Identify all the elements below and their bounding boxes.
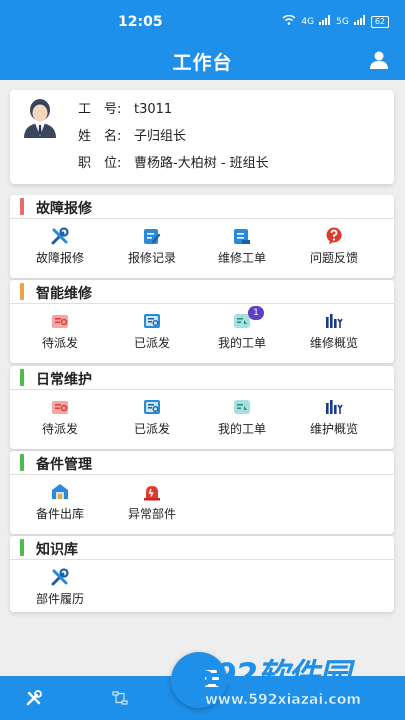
item-label: 已派发 [133,336,170,350]
pending-dispatch-button[interactable]: 待派发 [20,390,100,449]
feedback-button[interactable]: 问题反馈 [294,219,374,278]
section-daily-maintenance: 日常维护 待派发 已派发 我的工单 维护概览 [10,366,394,449]
record-edit-icon [143,227,161,245]
section-header: 知识库 [10,536,394,560]
page-title: 工作台 [172,52,233,74]
name-row: 姓 名: 子归组长 [78,125,186,144]
item-label: 故障报修 [35,251,84,265]
dispatched-icon [143,398,161,416]
my-orders-button[interactable]: 1 我的工单 [202,304,282,363]
name-label: 姓 名: [78,129,122,144]
position-value: 曹杨路-大柏树 - 班组长 [134,156,269,171]
dispatched-button[interactable]: 已派发 [112,304,192,363]
avatar [22,98,58,138]
alarm-icon [143,483,161,501]
position-label: 职 位: [78,156,122,171]
app-header: 工作台 [0,40,405,80]
status-icons: 4G 5G 62 [282,14,389,28]
notification-badge: 1 [248,306,264,320]
tools-icon[interactable] [26,690,42,706]
dispatched-icon [143,312,161,330]
user-icon[interactable] [369,51,389,69]
section-accent-bar [20,283,24,300]
section-knowledge-base: 知识库 部件履历 [10,536,394,612]
maintenance-overview-button[interactable]: 维护概览 [294,390,374,449]
section-header: 故障报修 [10,195,394,219]
bar-chart-icon [325,312,343,330]
watermark-url: www.592xiazai.com [205,692,361,709]
item-label: 维护概览 [309,422,358,436]
item-label: 报修记录 [127,251,176,265]
parts-outbound-button[interactable]: 备件出库 [20,475,100,534]
item-label: 已派发 [133,422,170,436]
workflow-icon[interactable] [112,690,128,706]
signal-icon [319,15,331,28]
status-bar: 12:05 4G 5G 62 [0,0,405,40]
bar-chart-icon [325,398,343,416]
wifi-icon [282,14,296,28]
repair-overview-button[interactable]: 维修概览 [294,304,374,363]
section-fault-repair: 故障报修 故障报修 报修记录 维修工单 问题反馈 [10,195,394,278]
section-title: 智能维修 [36,286,92,302]
section-accent-bar [20,454,24,471]
dispatched-button[interactable]: 已派发 [112,390,192,449]
abnormal-parts-button[interactable]: 异常部件 [112,475,192,534]
wrench-cross-icon [51,568,69,586]
my-orders-button[interactable]: 我的工单 [202,390,282,449]
watermark-logo: 592软件园 www.592xiazai.com [189,646,399,716]
repair-records-button[interactable]: 报修记录 [112,219,192,278]
item-label: 维修概览 [309,336,358,350]
item-label: 我的工单 [217,422,266,436]
profile-card: 工 号: t3011 姓 名: 子归组长 职 位: 曹杨路-大柏树 - 班组长 [10,90,394,184]
pending-dispatch-icon [51,398,69,416]
signal-icon [353,15,366,28]
section-title: 知识库 [36,542,78,558]
my-order-icon [233,398,251,416]
section-header: 日常维护 [10,366,394,390]
section-accent-bar [20,369,24,386]
item-label: 异常部件 [127,507,176,521]
item-label: 我的工单 [217,336,266,350]
section-title: 备件管理 [36,457,92,473]
item-label: 待派发 [41,422,78,436]
position-row: 职 位: 曹杨路-大柏树 - 班组长 [78,152,269,171]
item-label: 部件履历 [35,592,84,606]
section-header: 备件管理 [10,451,394,475]
section-accent-bar [20,539,24,556]
employee-id-row: 工 号: t3011 [78,98,172,117]
watermark-brand: 592软件园 [193,656,351,694]
name-value: 子归组长 [134,129,187,144]
item-label: 维修工单 [217,251,266,265]
employee-id-label: 工 号: [78,102,122,117]
section-title: 日常维护 [36,372,92,388]
pending-dispatch-icon [51,312,69,330]
section-header: 智能维修 [10,280,394,304]
item-label: 备件出库 [35,507,84,521]
fault-report-button[interactable]: 故障报修 [20,219,100,278]
battery-icon: 62 [370,15,389,28]
order-edit-icon [233,227,251,245]
repair-order-button[interactable]: 维修工单 [202,219,282,278]
warehouse-icon [51,483,69,501]
item-label: 问题反馈 [309,251,358,265]
part-history-button[interactable]: 部件履历 [20,560,100,619]
pending-dispatch-button[interactable]: 待派发 [20,304,100,363]
item-label: 待派发 [41,336,78,350]
wrench-cross-icon [51,227,69,245]
question-icon [325,227,343,245]
section-spare-parts: 备件管理 备件出库 异常部件 [10,451,394,534]
signal-5g-label: 5G [336,16,349,27]
section-title: 故障报修 [36,201,92,217]
signal-4g-label: 4G [301,16,315,27]
section-smart-repair: 智能维修 待派发 已派发 1 我的工单 维修概览 [10,280,394,363]
section-accent-bar [20,198,24,215]
status-time: 12:05 [118,14,163,30]
employee-id-value: t3011 [134,102,173,117]
